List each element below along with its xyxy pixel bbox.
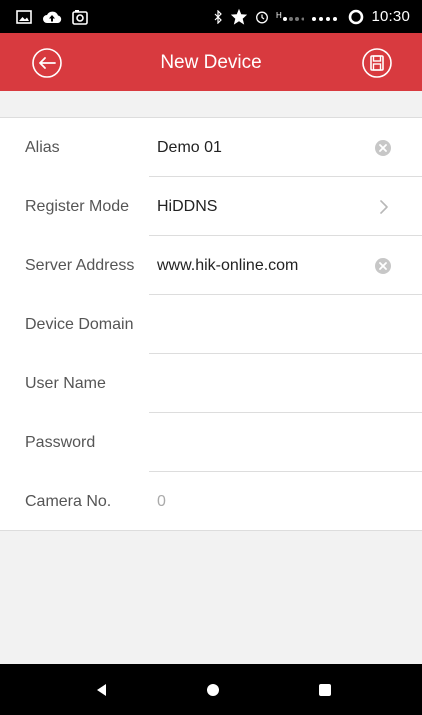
star-icon bbox=[230, 8, 248, 25]
bluetooth-icon bbox=[214, 9, 223, 24]
device-domain-row: Device Domain bbox=[0, 295, 422, 354]
status-bar: H 10:30 bbox=[0, 0, 422, 33]
camera-no-row: Camera No. 0 bbox=[0, 472, 422, 531]
status-bar-right: H 10:30 bbox=[214, 8, 410, 25]
app-bar: New Device bbox=[0, 33, 422, 91]
camera-roll-icon bbox=[72, 9, 88, 25]
register-mode-row[interactable]: Register Mode HiDDNS bbox=[0, 177, 422, 236]
save-button[interactable] bbox=[361, 47, 393, 79]
nav-recents-icon bbox=[319, 684, 331, 696]
register-mode-value: HiDDNS bbox=[157, 198, 218, 215]
nav-home-button[interactable] bbox=[202, 679, 224, 701]
signal-icon bbox=[311, 11, 341, 23]
alarm-icon bbox=[255, 10, 269, 24]
clear-icon[interactable] bbox=[374, 257, 392, 275]
user-name-field[interactable] bbox=[149, 354, 422, 413]
image-icon bbox=[16, 9, 32, 24]
status-bar-left bbox=[16, 9, 88, 25]
password-label: Password bbox=[25, 434, 96, 451]
server-address-label: Server Address bbox=[25, 257, 135, 274]
nav-back-button[interactable] bbox=[91, 679, 113, 701]
server-address-field[interactable]: www.hik-online.com bbox=[149, 236, 422, 295]
alias-label: Alias bbox=[25, 139, 60, 156]
svg-text:H: H bbox=[276, 11, 282, 20]
user-name-row: User Name bbox=[0, 354, 422, 413]
register-mode-field[interactable]: HiDDNS bbox=[149, 177, 422, 236]
save-icon bbox=[362, 48, 392, 78]
password-field[interactable] bbox=[149, 413, 422, 472]
device-form: Alias Demo 01 Register Mode HiDDNS Serve… bbox=[0, 118, 422, 531]
server-address-row: Server Address www.hik-online.com bbox=[0, 236, 422, 295]
chevron-right-icon bbox=[377, 199, 391, 215]
device-domain-field[interactable] bbox=[149, 295, 422, 354]
camera-no-placeholder: 0 bbox=[157, 493, 166, 510]
password-row: Password bbox=[0, 413, 422, 472]
clear-icon[interactable] bbox=[374, 139, 392, 157]
alias-row: Alias Demo 01 bbox=[0, 118, 422, 177]
nav-back-icon bbox=[97, 684, 106, 696]
back-button[interactable] bbox=[31, 47, 63, 79]
nav-recents-button[interactable] bbox=[314, 679, 336, 701]
page-title: New Device bbox=[160, 52, 262, 73]
camera-no-label: Camera No. bbox=[25, 493, 112, 510]
device-domain-label: Device Domain bbox=[25, 316, 134, 333]
alias-field[interactable]: Demo 01 bbox=[149, 118, 422, 177]
server-address-value: www.hik-online.com bbox=[157, 257, 299, 274]
circle-icon bbox=[348, 9, 364, 25]
camera-no-field[interactable]: 0 bbox=[149, 472, 422, 531]
cloud-upload-icon bbox=[42, 10, 62, 24]
signal-icon: H bbox=[276, 11, 305, 23]
status-time: 10:30 bbox=[371, 8, 410, 25]
register-mode-label: Register Mode bbox=[25, 198, 130, 215]
user-name-label: User Name bbox=[25, 375, 106, 392]
nav-home-icon bbox=[207, 684, 219, 696]
back-circle-icon bbox=[32, 48, 62, 78]
alias-value: Demo 01 bbox=[157, 139, 222, 156]
section-spacer bbox=[0, 91, 422, 118]
system-nav-bar bbox=[0, 664, 422, 715]
